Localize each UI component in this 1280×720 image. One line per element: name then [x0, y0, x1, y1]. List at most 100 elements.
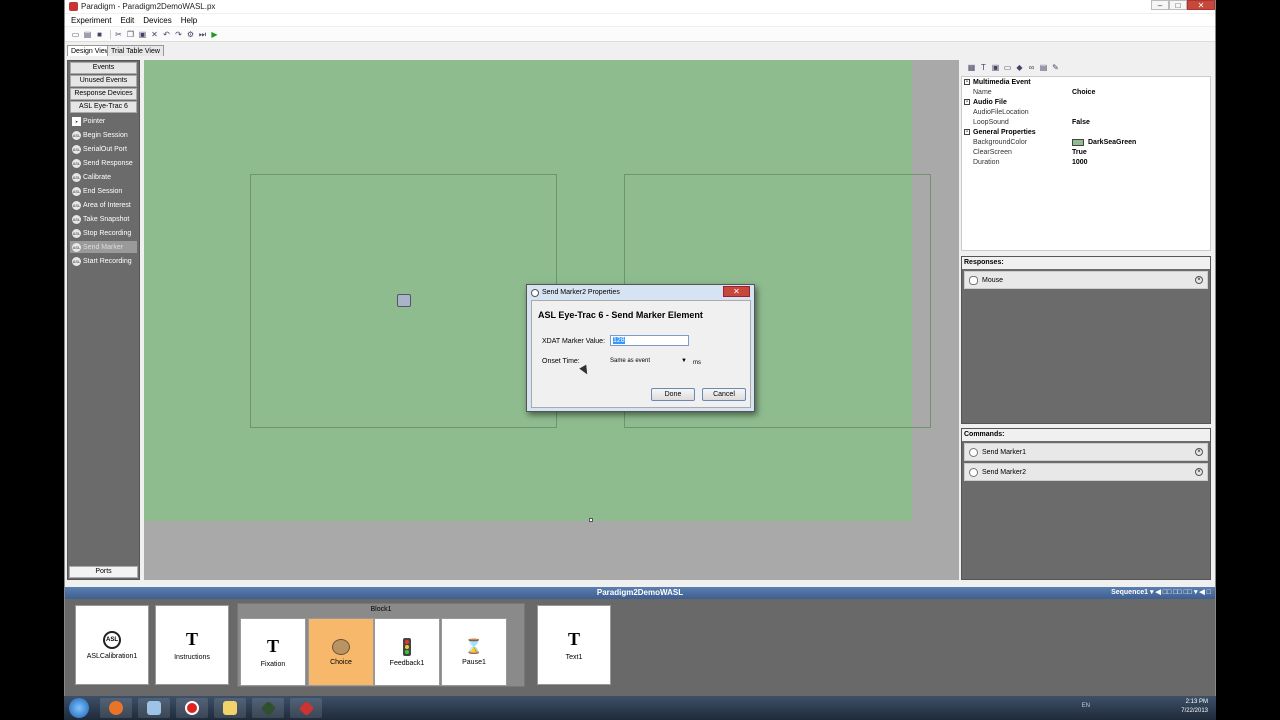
run-icon[interactable]: ▶ — [210, 30, 219, 39]
screen: Paradigm - Paradigm2DemoWASL.px – □ ✕ Ex… — [0, 0, 1280, 720]
event-card-fixation[interactable]: T Fixation — [240, 618, 306, 686]
sidebar-item-start-recording[interactable]: ASL Start Recording — [70, 255, 137, 267]
event-card-choice[interactable]: Choice — [308, 618, 374, 686]
remove-icon[interactable]: × — [1195, 276, 1203, 284]
sidebar-item-calibrate[interactable]: ASL Calibrate — [70, 171, 137, 183]
property-row-clearscreen[interactable]: ClearScreen True — [962, 147, 1210, 157]
sidebar-header-unused-events[interactable]: Unused Events — [70, 75, 137, 87]
undo-icon[interactable]: ↶ — [162, 30, 171, 39]
open-folder-icon[interactable]: ▤ — [83, 30, 92, 39]
sequence-nav-icon[interactable]: ▾ ◀ □□ □□ □□ ▾ ◀ □ — [1150, 589, 1211, 596]
collapse-icon[interactable]: - — [964, 99, 970, 105]
event-card-instructions[interactable]: T Instructions — [155, 605, 229, 685]
menu-help[interactable]: Help — [181, 16, 197, 25]
event-card-pause1[interactable]: ⌛ Pause1 — [441, 618, 507, 686]
taskbar-app5[interactable] — [252, 698, 284, 718]
collapse-icon[interactable]: - — [964, 79, 970, 85]
menu-experiment[interactable]: Experiment — [71, 16, 111, 25]
taskbar-record[interactable] — [176, 698, 208, 718]
cut-icon[interactable]: ✂ — [114, 30, 123, 39]
cancel-button[interactable]: Cancel — [702, 388, 746, 401]
sidebar-header-asl-eye-trac[interactable]: ASL Eye-Trac 6 — [70, 101, 137, 113]
delete-icon[interactable]: ✕ — [150, 30, 159, 39]
taskbar-explorer[interactable] — [214, 698, 246, 718]
block-container[interactable]: Block1 T Fixation Choice Feedback1 ⌛ Pau… — [237, 603, 525, 687]
taskbar-firefox[interactable] — [100, 698, 132, 718]
event-card-aslcalibration1[interactable]: ASL ASLCalibration1 — [75, 605, 149, 685]
sidebar-item-serialout-port[interactable]: ASL SerialOut Port — [70, 143, 137, 155]
text-icon[interactable]: T — [979, 63, 988, 72]
resize-handle-bottom[interactable] — [589, 518, 593, 522]
asl-icon: ASL — [72, 256, 81, 266]
property-row-name[interactable]: Name Choice — [962, 87, 1210, 97]
taskbar-app2[interactable] — [138, 698, 170, 718]
property-row-backgroundcolor[interactable]: BackgroundColor DarkSeaGreen — [962, 137, 1210, 147]
image-icon[interactable]: ▣ — [991, 63, 1000, 72]
sidebar-item-send-response[interactable]: ASL Send Response — [70, 157, 137, 169]
property-row-audiofilelocation[interactable]: AudioFileLocation — [962, 107, 1210, 117]
sidebar-item-pointer[interactable]: ➤ Pointer — [70, 115, 137, 127]
sidebar-header-events[interactable]: Events — [70, 62, 137, 74]
dialog-close-button[interactable]: ✕ — [723, 286, 750, 297]
sidebar-item-take-snapshot[interactable]: ASL Take Snapshot — [70, 213, 137, 225]
copy-icon[interactable]: ❐ — [126, 30, 135, 39]
text-icon: T — [185, 629, 198, 649]
remove-icon[interactable]: × — [1195, 468, 1203, 476]
event-card-feedback1[interactable]: Feedback1 — [374, 618, 440, 686]
screen-icon[interactable]: ▭ — [1003, 63, 1012, 72]
chevron-down-icon: ▼ — [681, 358, 687, 364]
sidebar-item-send-marker[interactable]: ASL Send Marker — [70, 241, 137, 253]
property-row-duration[interactable]: Duration 1000 — [962, 157, 1210, 167]
sidebar-item-begin-session[interactable]: ASL Begin Session — [70, 129, 137, 141]
close-button[interactable]: ✕ — [1187, 0, 1215, 10]
audio-file-icon[interactable] — [397, 294, 411, 307]
sidebar-item-label: Stop Recording — [83, 229, 132, 237]
sidebar-item-area-of-interest[interactable]: ASL Area of Interest — [70, 199, 137, 211]
category-general-properties[interactable]: - General Properties — [962, 127, 1210, 137]
region-left[interactable] — [250, 174, 557, 428]
settings-icon[interactable]: ⚙ — [186, 30, 195, 39]
ports-tab[interactable]: Ports — [69, 566, 138, 578]
sidebar-header-response-devices[interactable]: Response Devices — [70, 88, 137, 100]
sidebar-item-end-session[interactable]: ASL End Session — [70, 185, 137, 197]
start-button[interactable] — [69, 698, 89, 718]
system-clock[interactable]: 2:13 PM 7/22/2013 — [1181, 698, 1208, 716]
remove-icon[interactable]: × — [1195, 448, 1203, 456]
pen-icon[interactable]: ✎ — [1051, 63, 1060, 72]
language-indicator[interactable]: EN — [1082, 703, 1090, 709]
category-audio-file[interactable]: - Audio File — [962, 97, 1210, 107]
step-icon[interactable]: ⏭ — [198, 30, 207, 39]
categorized-icon[interactable]: ▦ — [967, 63, 976, 72]
event-card-text1[interactable]: T Text1 — [537, 605, 611, 685]
category-multimedia-event[interactable]: - Multimedia Event — [962, 77, 1210, 87]
tab-trial-table-view[interactable]: Trial Table View — [107, 45, 164, 56]
toolbar: ▭ ▤ ■ ✂ ❐ ▣ ✕ ↶ ↷ ⚙ ⏭ ▶ — [65, 27, 1215, 42]
shapes-icon[interactable]: ◆ — [1015, 63, 1024, 72]
response-item-mouse[interactable]: Mouse × — [964, 271, 1208, 289]
paste-icon[interactable]: ▣ — [138, 30, 147, 39]
sidebar-item-label: Take Snapshot — [83, 215, 130, 223]
minimize-button[interactable]: – — [1151, 0, 1169, 10]
maximize-button[interactable]: □ — [1169, 0, 1187, 10]
command-item-send-marker1[interactable]: Send Marker1 × — [964, 443, 1208, 461]
layout-icon[interactable]: ▤ — [1039, 63, 1048, 72]
sidebar-item-stop-recording[interactable]: ASL Stop Recording — [70, 227, 137, 239]
property-row-loopsound[interactable]: LoopSound False — [962, 117, 1210, 127]
onset-time-select[interactable]: Same as event ▼ — [610, 356, 690, 367]
marker-value-input[interactable]: 128 — [610, 335, 689, 346]
window-controls: – □ ✕ — [1151, 0, 1215, 10]
menu-edit[interactable]: Edit — [120, 16, 134, 25]
collapse-icon[interactable]: - — [964, 129, 970, 135]
redo-icon[interactable]: ↷ — [174, 30, 183, 39]
sequence-selector[interactable]: Sequence1 — [1111, 589, 1148, 596]
done-button[interactable]: Done — [651, 388, 695, 401]
taskbar-paradigm[interactable] — [290, 698, 322, 718]
firefox-icon — [109, 701, 123, 715]
save-icon[interactable]: ■ — [95, 30, 104, 39]
link-icon[interactable]: ∞ — [1027, 63, 1036, 72]
mouse-icon — [969, 275, 978, 285]
command-item-send-marker2[interactable]: Send Marker2 × — [964, 463, 1208, 481]
new-file-icon[interactable]: ▭ — [71, 30, 80, 39]
paradigm-icon — [298, 700, 314, 716]
menu-devices[interactable]: Devices — [143, 16, 171, 25]
